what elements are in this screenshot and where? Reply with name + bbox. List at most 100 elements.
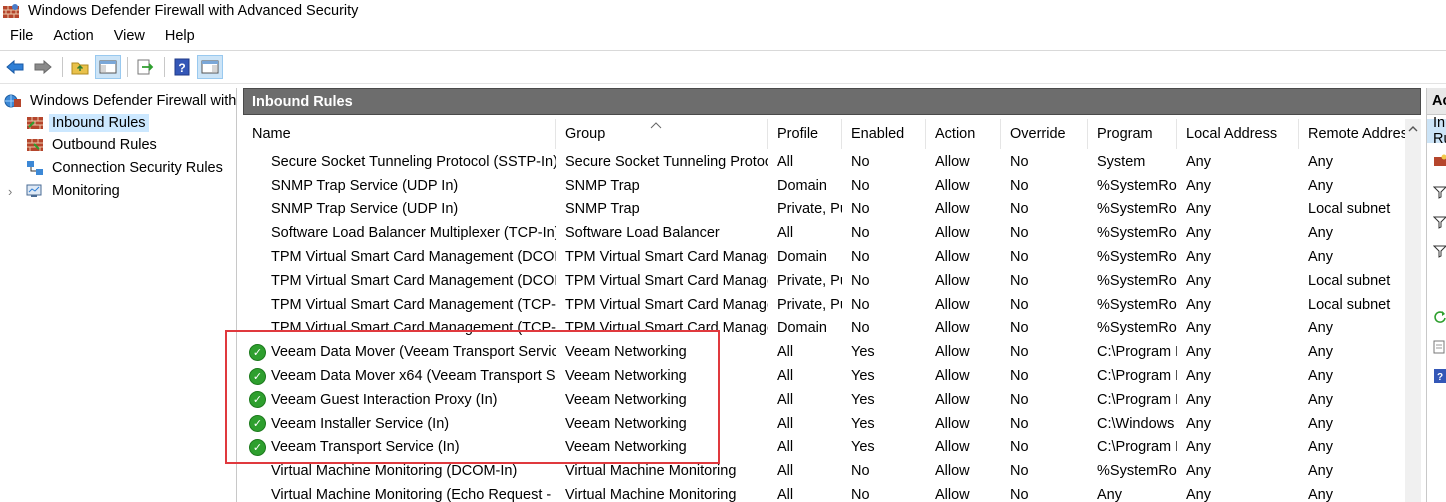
column-header-override[interactable]: Override (1001, 119, 1088, 149)
enabled-check-icon: ✓ (249, 391, 266, 409)
cell-remote-address: Any (1308, 320, 1333, 337)
cell-enabled: Yes (851, 415, 875, 432)
table-row[interactable]: ✓ Veeam Installer Service (In) Veeam Netwo… (243, 412, 1405, 436)
cell-enabled: No (851, 296, 870, 313)
up-folder-icon[interactable] (67, 55, 93, 79)
toolbar: ? (0, 52, 1446, 82)
cell-action: Allow (935, 225, 970, 242)
table-row[interactable]: Virtual Machine Monitoring (Echo Request… (243, 483, 1405, 502)
cell-remote-address: Local subnet (1308, 296, 1391, 313)
column-header-local-address[interactable]: Local Address (1177, 119, 1299, 149)
outbound-rules-icon (26, 137, 44, 153)
table-row[interactable]: ✓ Veeam Guest Interaction Proxy (In) Veeam… (243, 388, 1405, 412)
help-icon[interactable]: ? (1433, 369, 1446, 383)
table-row[interactable]: ✓ Veeam Data Mover x64 (Veeam Transport S… (243, 364, 1405, 388)
table-row[interactable]: Software Load Balancer Multiplexer (TCP-… (243, 221, 1405, 245)
cell-override: No (1010, 249, 1029, 266)
forward-icon[interactable] (30, 55, 56, 79)
cell-profile: Domain (777, 177, 827, 194)
table-row[interactable]: ✓ Veeam Transport Service (In) Veeam Netwo… (243, 436, 1405, 460)
rule-name-text: Veeam Guest Interaction Proxy (In) (271, 391, 498, 408)
cell-override: No (1010, 463, 1029, 480)
menu-help[interactable]: Help (155, 28, 205, 44)
export-list-icon[interactable] (132, 55, 158, 79)
cell-local-address: Any (1186, 153, 1211, 170)
table-row[interactable]: ✓ Veeam Data Mover (Veeam Transport Servi… (243, 340, 1405, 364)
export-list-icon[interactable] (1433, 340, 1446, 354)
toolbar-separator (62, 57, 63, 77)
column-header-action[interactable]: Action (926, 119, 1001, 149)
column-header-name[interactable]: Name (243, 119, 556, 149)
cell-override: No (1010, 153, 1029, 170)
new-rule-icon[interactable] (1433, 154, 1446, 168)
tree-item-label: Monitoring (52, 183, 120, 199)
cell-program: %SystemRoot% (1097, 463, 1177, 480)
refresh-icon[interactable] (1433, 310, 1446, 324)
table-row[interactable]: Virtual Machine Monitoring (DCOM-In) Virt… (243, 459, 1405, 483)
cell-remote-address: Any (1308, 344, 1333, 361)
cell-local-address: Any (1186, 296, 1211, 313)
cell-name: SNMP Trap Service (UDP In) (243, 201, 556, 218)
disabled-rule-icon (249, 463, 266, 480)
cell-override: No (1010, 177, 1029, 194)
rule-name-text: Veeam Transport Service (In) (271, 439, 460, 456)
actions-pane-section[interactable]: Inbound Rules (1427, 115, 1446, 147)
chevron-right-icon[interactable]: › (8, 184, 20, 199)
rule-name-text: Virtual Machine Monitoring (DCOM-In) (271, 463, 518, 480)
menu-divider (0, 50, 1446, 51)
menu-file[interactable]: File (0, 28, 43, 44)
cell-action: Allow (935, 272, 970, 289)
menu-bar: File Action View Help (0, 24, 205, 48)
rule-name-text: SNMP Trap Service (UDP In) (271, 201, 459, 218)
column-header-profile[interactable]: Profile (768, 119, 842, 149)
table-row[interactable]: SNMP Trap Service (UDP In) SNMP Trap Priva… (243, 198, 1405, 222)
cell-name: ✓ Veeam Installer Service (In) (243, 415, 556, 433)
cell-program: %SystemRoot% (1097, 201, 1177, 218)
inbound-rules-icon (26, 115, 44, 131)
cell-program: %SystemRoot% (1097, 320, 1177, 337)
menu-view[interactable]: View (104, 28, 155, 44)
table-row[interactable]: SNMP Trap Service (UDP In) SNMP Trap Domai… (243, 174, 1405, 198)
cell-override: No (1010, 201, 1029, 218)
show-hide-tree-icon[interactable] (95, 55, 121, 79)
table-row[interactable]: TPM Virtual Smart Card Management (DCOM-… (243, 269, 1405, 293)
tree-item-connection-security-rules[interactable]: Connection Security Rules (26, 157, 226, 179)
table-row[interactable]: TPM Virtual Smart Card Management (TCP-I… (243, 317, 1405, 341)
cell-group: SNMP Trap (565, 201, 640, 218)
rule-name-text: TPM Virtual Smart Card Management (DCOM-… (271, 249, 556, 266)
cell-action: Allow (935, 463, 970, 480)
column-header-program[interactable]: Program (1088, 119, 1177, 149)
table-row[interactable]: TPM Virtual Smart Card Management (DCOM-… (243, 245, 1405, 269)
back-icon[interactable] (2, 55, 28, 79)
rule-name-text: TPM Virtual Smart Card Management (TCP-I… (271, 320, 556, 337)
filter-state-icon[interactable] (1432, 215, 1446, 229)
column-header-group[interactable]: Group (556, 119, 768, 149)
help-icon[interactable]: ? (169, 55, 195, 79)
cell-remote-address: Local subnet (1308, 272, 1391, 289)
cell-enabled: No (851, 225, 870, 242)
tree-root[interactable]: Windows Defender Firewall with Advanced … (4, 90, 236, 112)
tree-item-inbound-rules[interactable]: Inbound Rules (26, 112, 149, 134)
tree-item-outbound-rules[interactable]: Outbound Rules (26, 134, 160, 156)
menu-action[interactable]: Action (43, 28, 103, 44)
column-header-enabled[interactable]: Enabled (842, 119, 926, 149)
table-row[interactable]: Secure Socket Tunneling Protocol (SSTP-I… (243, 150, 1405, 174)
panel-title: Inbound Rules (243, 88, 1421, 115)
cell-local-address: Any (1186, 344, 1211, 361)
cell-group: Veeam Networking (565, 368, 687, 385)
disabled-rule-icon (249, 296, 266, 313)
filter-profile-icon[interactable] (1432, 185, 1446, 199)
show-hide-action-pane-icon[interactable] (197, 55, 223, 79)
table-row[interactable]: TPM Virtual Smart Card Management (TCP-I… (243, 293, 1405, 317)
column-header-remote-address[interactable]: Remote Address (1299, 119, 1405, 149)
disabled-rule-icon (249, 487, 266, 502)
cell-local-address: Any (1186, 487, 1211, 502)
cell-action: Allow (935, 201, 970, 218)
tree-item-monitoring[interactable]: › Monitoring (8, 180, 123, 202)
filter-group-icon[interactable] (1432, 244, 1446, 258)
vertical-scrollbar[interactable] (1405, 119, 1421, 502)
cell-name: Virtual Machine Monitoring (Echo Request… (243, 487, 556, 502)
rule-name-text: Veeam Data Mover (Veeam Transport Servic… (271, 344, 556, 361)
rule-name-text: Veeam Installer Service (In) (271, 415, 450, 432)
scroll-up-icon[interactable] (1408, 123, 1418, 135)
